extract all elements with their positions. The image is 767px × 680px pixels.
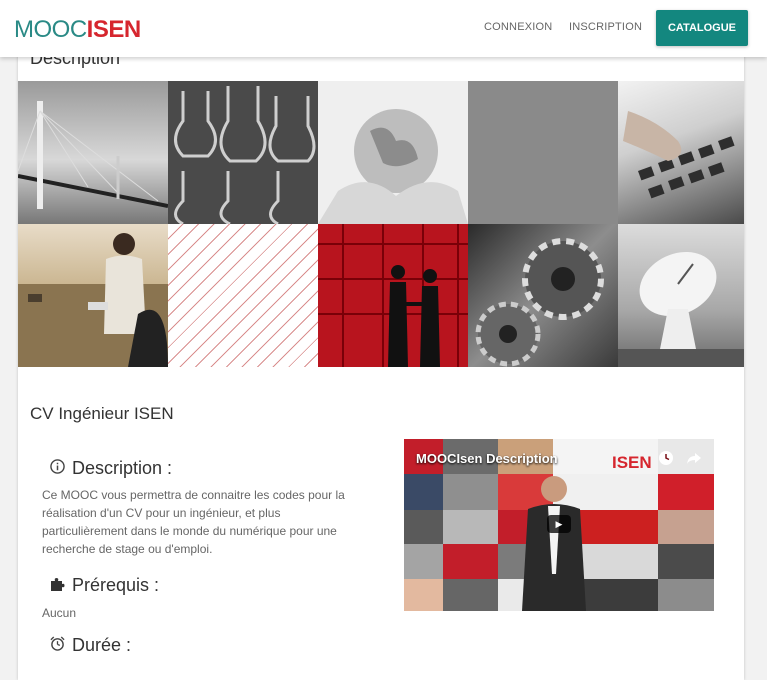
play-button[interactable]: ▶ bbox=[547, 515, 571, 533]
site-logo[interactable]: MOOCISEN bbox=[14, 16, 141, 44]
prerequis-heading-text: Prérequis : bbox=[72, 575, 160, 595]
inscription-link[interactable]: INSCRIPTION bbox=[569, 21, 642, 33]
logo-mooc: MOOC bbox=[14, 16, 87, 43]
course-title: CV Ingénieur ISEN bbox=[30, 404, 174, 423]
speaker-figure bbox=[522, 476, 586, 611]
navbar: MOOCISEN CONNEXION INSCRIPTION CATALOGUE bbox=[0, 0, 767, 57]
watch-later-icon[interactable] bbox=[658, 450, 674, 469]
duree-heading-text: Durée : bbox=[72, 635, 132, 655]
gray-tile bbox=[468, 81, 618, 224]
video-brand: ISEN bbox=[612, 453, 652, 472]
duree-heading: Durée : bbox=[48, 635, 131, 656]
course-card: Description CV Ingénieur ISEN Descriptio… bbox=[18, 40, 744, 680]
striped-tile bbox=[168, 224, 318, 367]
banner-image bbox=[18, 81, 744, 367]
gears-photo bbox=[468, 224, 618, 367]
description-text: Ce MOOC vous permettra de connaitre les … bbox=[42, 488, 345, 556]
keyboard-photo bbox=[618, 81, 744, 224]
satellite-dish-photo bbox=[618, 224, 744, 367]
video-controls bbox=[658, 450, 702, 469]
description-heading-text: Description : bbox=[72, 458, 173, 478]
share-icon[interactable] bbox=[686, 450, 702, 469]
bridge-photo bbox=[18, 81, 168, 224]
connexion-link[interactable]: CONNEXION bbox=[484, 21, 552, 33]
handshake-photo bbox=[318, 224, 468, 367]
catalogue-button[interactable]: CATALOGUE bbox=[656, 10, 748, 46]
prerequis-text: Aucun bbox=[42, 606, 77, 620]
video-title: MOOCIsen Description bbox=[416, 451, 558, 466]
logo-isen: ISEN bbox=[86, 16, 142, 43]
lab-flasks-photo bbox=[168, 81, 318, 224]
globe-hands-photo bbox=[318, 81, 468, 224]
alarm-clock-icon bbox=[48, 636, 66, 655]
prerequis-heading: Prérequis : bbox=[48, 575, 159, 596]
farmer-tablet-photo bbox=[18, 224, 168, 367]
description-heading: Description : bbox=[48, 458, 172, 479]
puzzle-icon bbox=[48, 576, 66, 596]
video-player[interactable]: MOOCIsen Description ISEN ▶ bbox=[404, 439, 714, 611]
info-circle-icon bbox=[48, 459, 66, 478]
